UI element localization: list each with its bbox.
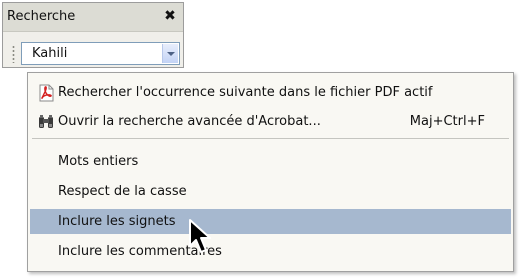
menu-item-whole-words[interactable]: Mots entiers	[30, 149, 511, 174]
search-combobox[interactable]: Kahili	[21, 42, 180, 65]
menu-separator	[32, 138, 509, 139]
menu-item-include-comments[interactable]: Inclure les commentaires	[30, 239, 511, 264]
menu-item-advanced-search[interactable]: Ouvrir la recherche avancée d'Acrobat...…	[30, 109, 511, 134]
search-toolbar-panel: Recherche ✖ Kahili	[2, 2, 184, 68]
menu-item-shortcut: Maj+Ctrl+F	[409, 114, 485, 129]
pdf-file-icon	[39, 84, 54, 102]
menu-item-match-case[interactable]: Respect de la casse	[30, 179, 511, 204]
chevron-down-icon[interactable]	[162, 44, 178, 63]
menu-item-label: Mots entiers	[58, 154, 139, 169]
menu-item-label: Rechercher l'occurrence suivante dans le…	[58, 85, 433, 100]
menu-item-label: Ouvrir la recherche avancée d'Acrobat...	[58, 114, 321, 129]
menu-item-label: Inclure les signets	[58, 214, 176, 229]
menu-item-include-bookmarks[interactable]: Inclure les signets	[30, 209, 511, 234]
mouse-pointer-icon	[189, 219, 211, 253]
menu-item-find-next[interactable]: Rechercher l'occurrence suivante dans le…	[30, 80, 511, 105]
toolbar-grip-handle[interactable]	[12, 45, 15, 63]
search-options-menu: Rechercher l'occurrence suivante dans le…	[27, 72, 514, 272]
menu-item-label: Respect de la casse	[58, 184, 187, 199]
panel-header: Recherche ✖	[3, 3, 183, 32]
panel-title: Recherche	[7, 9, 76, 24]
search-input[interactable]: Kahili	[32, 46, 67, 61]
close-icon[interactable]: ✖	[163, 8, 177, 24]
binoculars-icon	[39, 115, 53, 128]
